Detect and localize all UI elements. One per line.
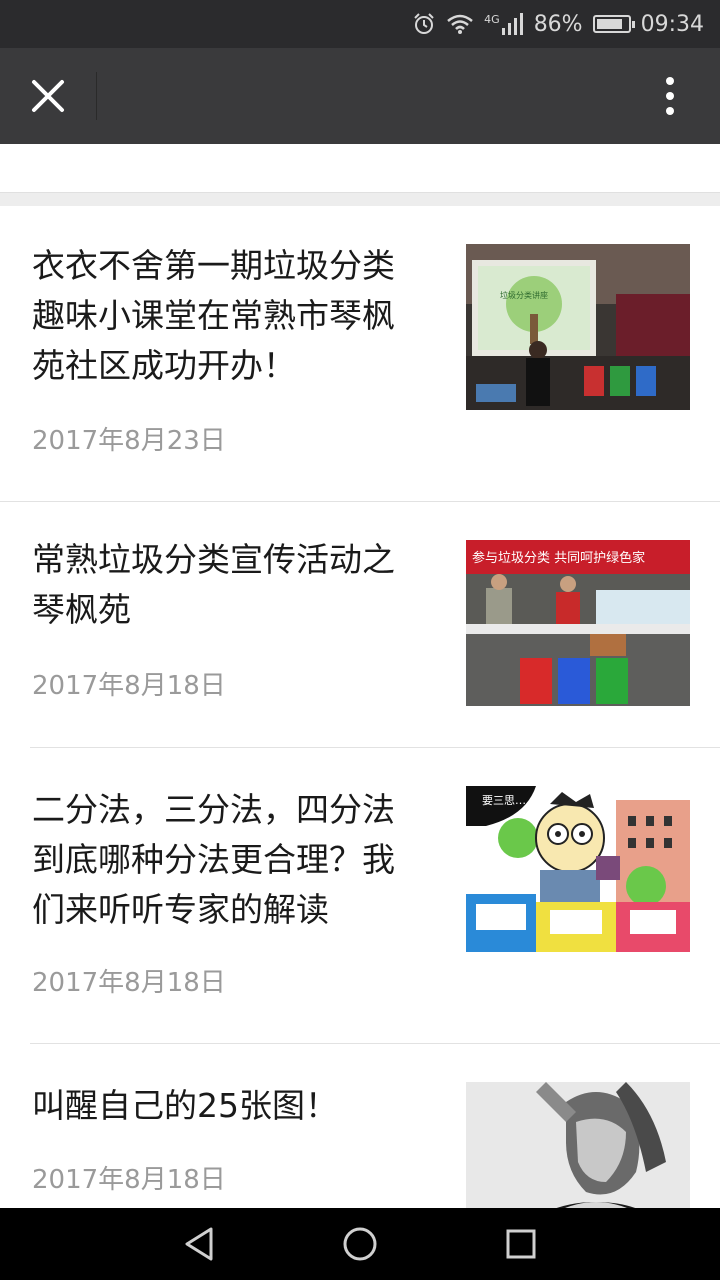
article-title[interactable]: 叫醒自己的25张图！ bbox=[32, 1081, 432, 1131]
article-title[interactable]: 二分法，三分法，四分法 到底哪种分法更合理？我 们来听听专家的解读 bbox=[32, 785, 432, 935]
back-icon[interactable] bbox=[183, 1226, 215, 1262]
article-date: 2017年8月18日 bbox=[32, 671, 226, 701]
clock: 09:34 bbox=[640, 11, 704, 37]
more-icon bbox=[666, 77, 674, 115]
article-item[interactable]: 二分法，三分法，四分法 到底哪种分法更合理？我 们来听听专家的解读 2017年8… bbox=[0, 748, 720, 1044]
wifi-icon bbox=[447, 14, 473, 34]
title-line: 琴枫苑 bbox=[32, 590, 131, 629]
title-line: 到底哪种分法更合理？我 bbox=[32, 840, 395, 879]
title-line: 趣味小课堂在常熟市琴枫 bbox=[32, 296, 395, 335]
article-title[interactable]: 常熟垃圾分类宣传活动之 琴枫苑 bbox=[32, 535, 432, 635]
battery-percent: 86% bbox=[533, 11, 583, 37]
article-item[interactable]: 衣衣不舍第一期垃圾分类 趣味小课堂在常熟市琴枫 苑社区成功开办！ 2017年8月… bbox=[0, 206, 720, 502]
battery-level bbox=[596, 19, 623, 29]
title-line: 常熟垃圾分类宣传活动之 bbox=[32, 540, 395, 579]
title-line: 苑社区成功开办！ bbox=[32, 346, 296, 385]
battery-icon bbox=[592, 15, 635, 33]
title-line: 们来听听专家的解读 bbox=[32, 890, 329, 929]
home-icon[interactable] bbox=[342, 1226, 378, 1262]
network-type: 4G bbox=[484, 13, 500, 26]
recents-icon[interactable] bbox=[505, 1228, 537, 1260]
speech-text: 要三思…… bbox=[482, 794, 537, 807]
article-date: 2017年8月18日 bbox=[32, 968, 226, 998]
article-title[interactable]: 衣衣不舍第一期垃圾分类 趣味小课堂在常熟市琴枫 苑社区成功开办！ bbox=[32, 241, 432, 391]
signal-icon: 4G bbox=[484, 13, 524, 35]
article-thumbnail[interactable]: 要三思…… bbox=[466, 786, 690, 952]
close-button[interactable] bbox=[0, 48, 96, 144]
title-bar bbox=[0, 48, 720, 144]
header-space bbox=[0, 144, 720, 192]
article-date: 2017年8月18日 bbox=[32, 1165, 226, 1195]
article-item[interactable]: 常熟垃圾分类宣传活动之 琴枫苑 2017年8月18日 参与垃圾分类 共同呵护绿色… bbox=[0, 502, 720, 748]
article-date: 2017年8月23日 bbox=[32, 426, 226, 456]
status-bar: 4G 86% 09:34 bbox=[0, 0, 720, 48]
close-icon bbox=[32, 80, 64, 112]
article-thumbnail[interactable]: 参与垃圾分类 共同呵护绿色家 bbox=[466, 540, 690, 706]
title-line: 叫醒自己的25张图！ bbox=[32, 1086, 338, 1125]
banner-text: 参与垃圾分类 共同呵护绿色家 bbox=[472, 550, 645, 566]
section-separator bbox=[0, 192, 720, 206]
title-line: 二分法，三分法，四分法 bbox=[32, 790, 395, 829]
article-list: 衣衣不舍第一期垃圾分类 趣味小课堂在常熟市琴枫 苑社区成功开办！ 2017年8月… bbox=[0, 206, 720, 1248]
navigation-bar bbox=[0, 1208, 720, 1280]
more-button[interactable] bbox=[642, 72, 698, 120]
title-divider bbox=[96, 72, 97, 120]
article-thumbnail[interactable]: 垃圾分类讲座 bbox=[466, 244, 690, 410]
title-line: 衣衣不舍第一期垃圾分类 bbox=[32, 246, 395, 285]
slide-text: 垃圾分类讲座 bbox=[500, 290, 548, 300]
alarm-icon bbox=[414, 13, 434, 34]
